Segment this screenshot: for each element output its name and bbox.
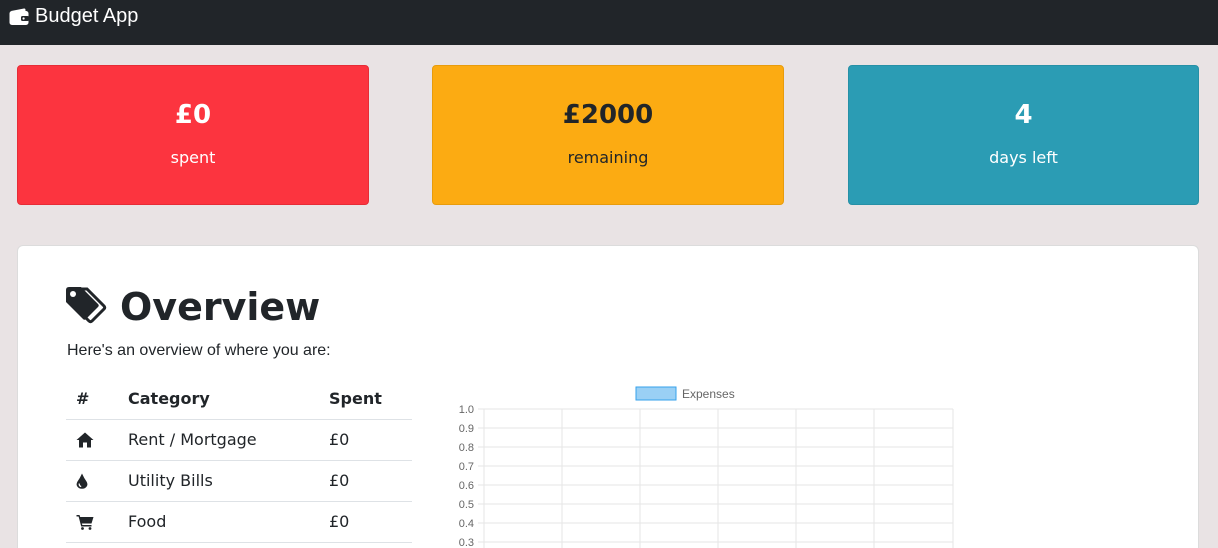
table-header-row: # Category Spent: [66, 378, 412, 420]
table-row: Utility Bills £0: [66, 460, 412, 502]
chart-legend[interactable]: Expenses: [635, 386, 735, 401]
spent-card: £0 spent: [17, 65, 369, 205]
expenses-chart-svg: 1.0 0.9 0.8 0.7 0.6 0.5 0.4 0.3 Expenses: [459, 386, 954, 548]
row-icon-cell: [66, 501, 118, 543]
remaining-value: £2000: [562, 99, 654, 130]
chart-y-axis: 1.0 0.9 0.8 0.7 0.6 0.5 0.4 0.3: [459, 404, 474, 548]
row-spent: £0: [319, 419, 412, 461]
category-table: # Category Spent Rent / Mortgage £0 Util…: [66, 378, 412, 543]
wallet-icon: [9, 7, 29, 26]
spent-value: £0: [174, 99, 212, 130]
row-category: Food: [118, 501, 319, 543]
overview-subtitle: Here's an overview of where you are:: [67, 342, 331, 359]
y-tick-label: 0.8: [459, 442, 474, 454]
chart-grid: [478, 408, 954, 548]
y-tick-label: 0.5: [459, 499, 474, 511]
row-category: Rent / Mortgage: [118, 419, 319, 461]
days-left-card: 4 days left: [848, 65, 1199, 205]
legend-label: Expenses: [682, 387, 735, 401]
table-row: Food £0: [66, 501, 412, 543]
spent-label: spent: [170, 147, 216, 167]
shopping-cart-icon: [76, 514, 118, 530]
row-spent: £0: [319, 460, 412, 502]
brand-link[interactable]: Budget App: [9, 5, 138, 28]
row-category: Utility Bills: [118, 460, 319, 502]
tint-icon: [76, 473, 118, 489]
row-icon-cell: [66, 460, 118, 502]
days-left-value: 4: [1014, 99, 1033, 130]
y-tick-label: 0.4: [459, 518, 474, 530]
y-tick-label: 0.6: [459, 480, 474, 492]
overview-header: Overview: [66, 286, 320, 328]
y-tick-label: 1.0: [459, 404, 474, 416]
table-row: Rent / Mortgage £0: [66, 419, 412, 461]
overview-panel: Overview Here's an overview of where you…: [17, 245, 1199, 548]
overview-title: Overview: [120, 285, 321, 329]
legend-swatch: [635, 386, 677, 401]
column-header-number: #: [66, 378, 118, 420]
brand-text: Budget App: [35, 5, 139, 27]
days-left-label: days left: [989, 147, 1058, 167]
y-tick-label: 0.9: [459, 423, 474, 435]
column-header-category: Category: [118, 378, 319, 420]
y-tick-label: 0.7: [459, 461, 474, 473]
navbar: Budget App: [0, 0, 1218, 45]
column-header-spent: Spent: [319, 378, 412, 420]
tags-icon: [66, 286, 108, 328]
row-icon-cell: [66, 419, 118, 461]
home-icon: [76, 432, 118, 448]
remaining-label: remaining: [567, 147, 649, 167]
remaining-card: £2000 remaining: [432, 65, 784, 205]
expenses-chart: 1.0 0.9 0.8 0.7 0.6 0.5 0.4 0.3 Expenses: [418, 376, 958, 548]
y-tick-label: 0.3: [459, 537, 474, 548]
row-spent: £0: [319, 501, 412, 543]
